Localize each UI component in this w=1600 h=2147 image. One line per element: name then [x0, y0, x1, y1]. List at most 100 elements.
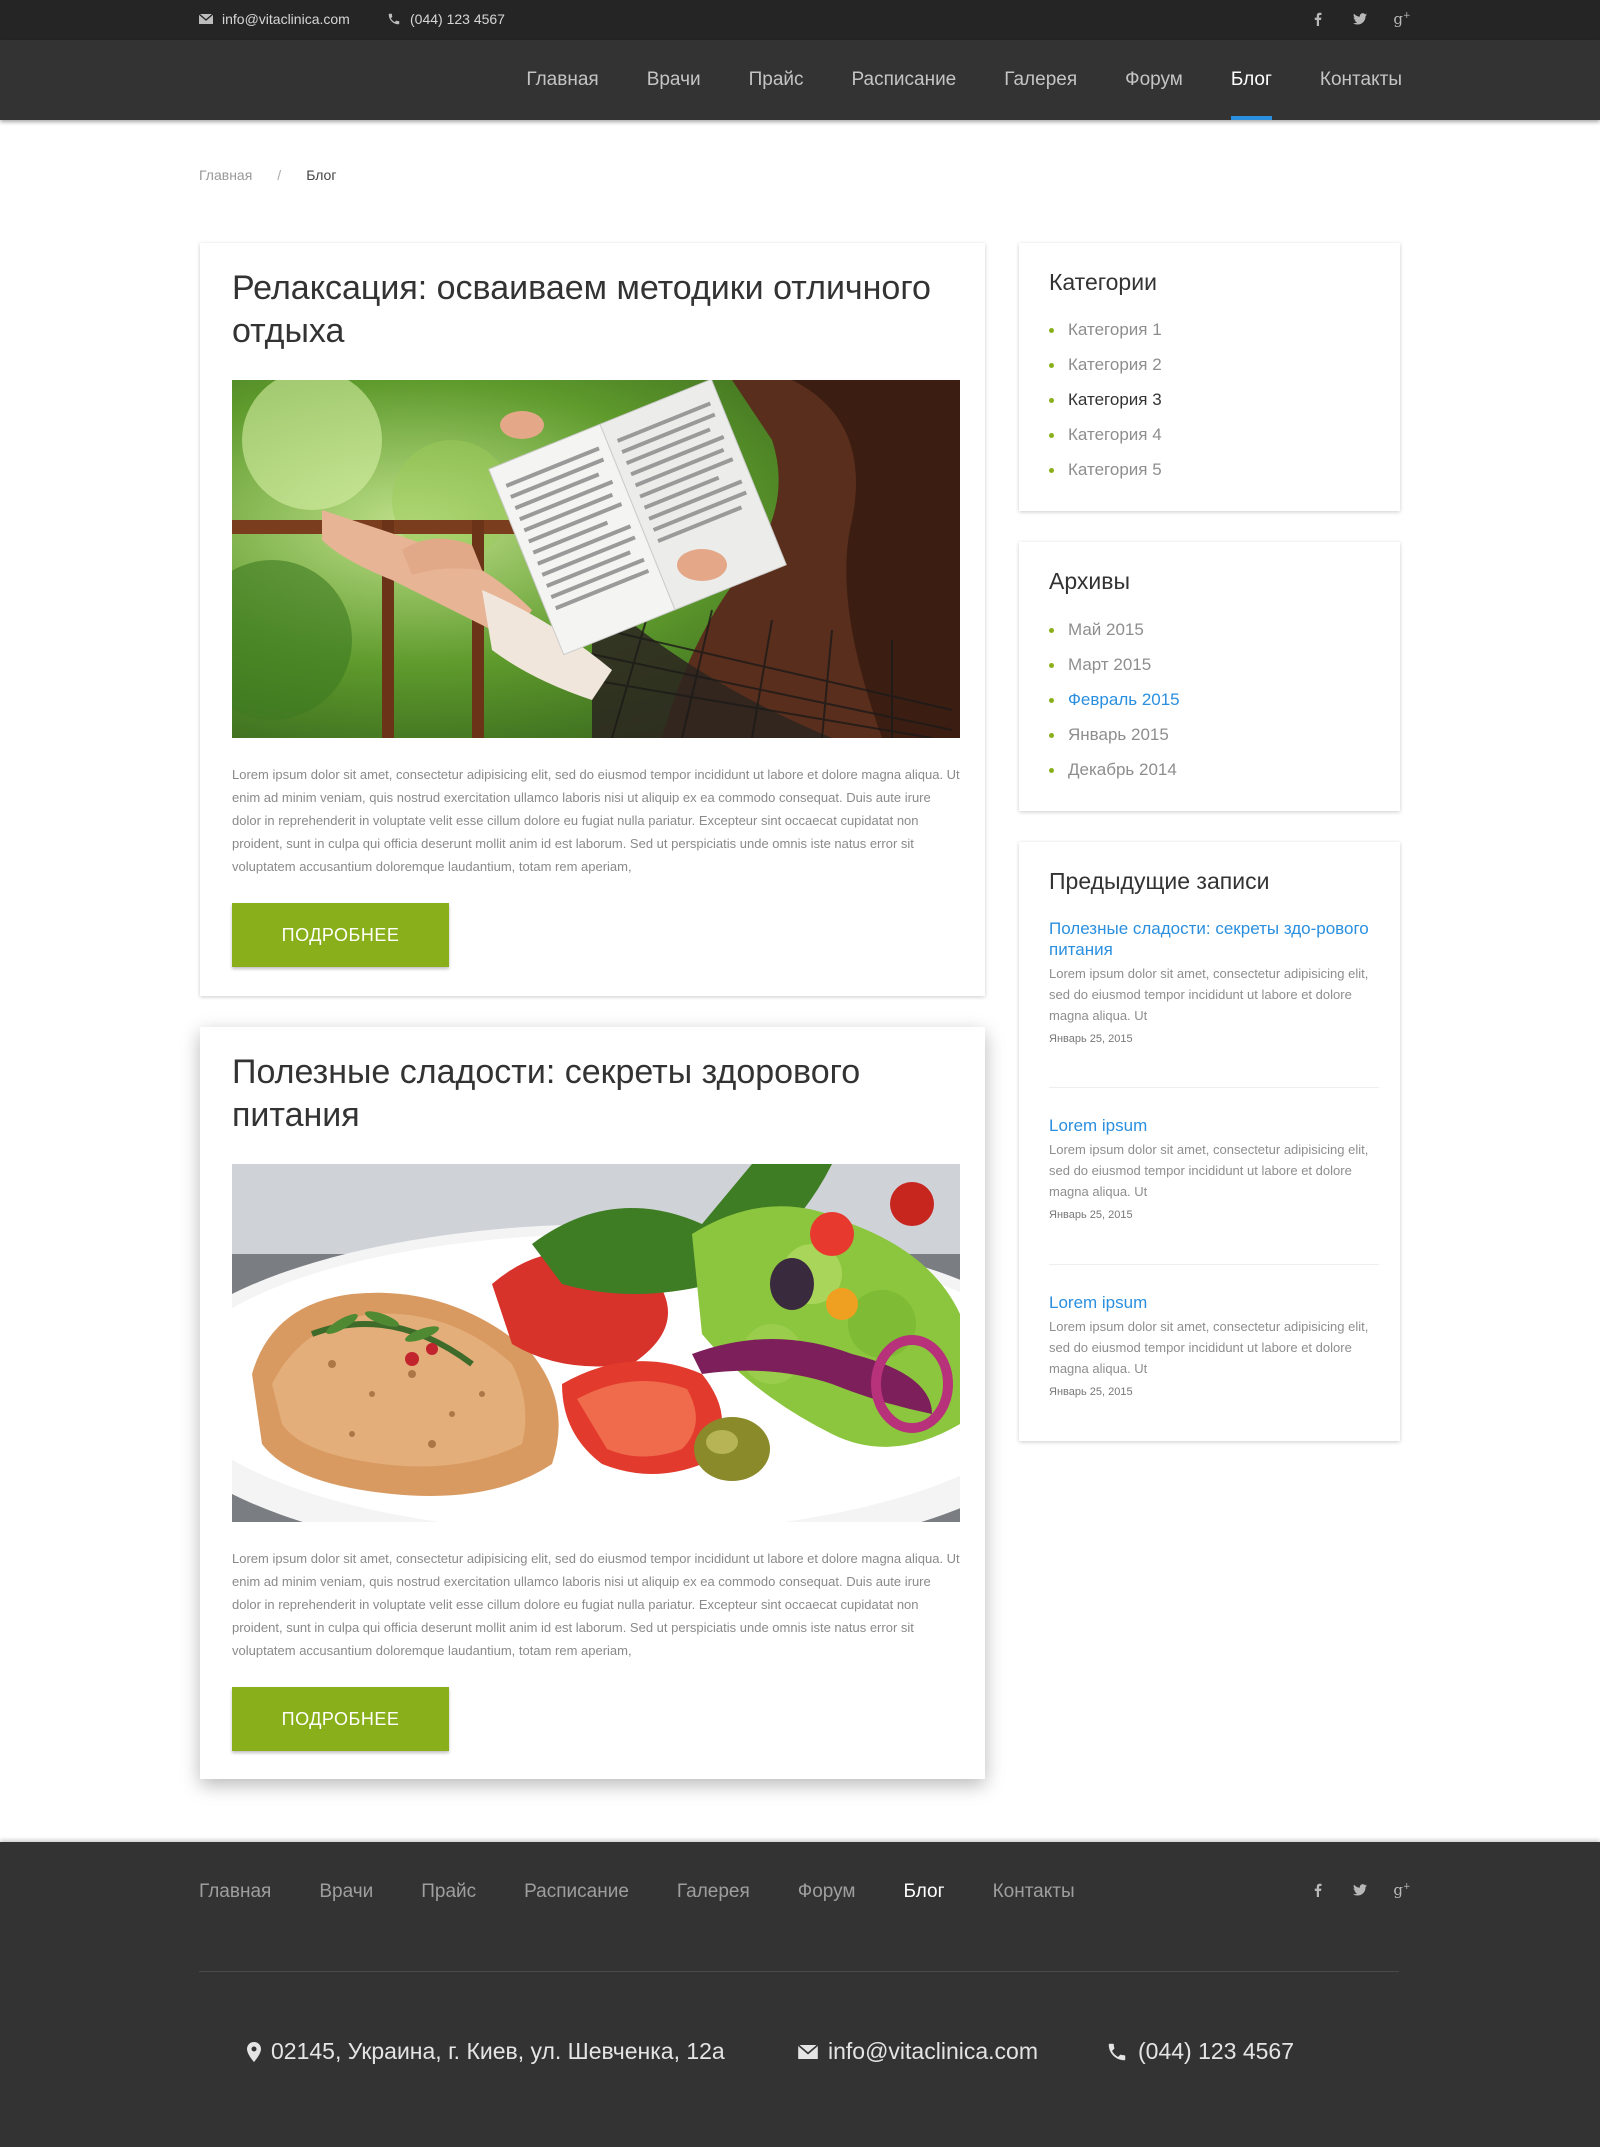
topbar-phone[interactable]: (044) 123 4567 — [387, 11, 505, 27]
topbar-social: g+ — [1286, 9, 1412, 29]
nav-item-forum[interactable]: Форум — [1125, 40, 1183, 120]
recent-post-link[interactable]: Lorem ipsum — [1049, 1115, 1387, 1136]
footer-email-text: info@vitaclinica.com — [828, 2038, 1038, 2064]
post-excerpt: Lorem ipsum dolor sit amet, consectetur … — [232, 767, 960, 874]
category-item[interactable]: Категория 1 — [1049, 318, 1162, 353]
category-label: Категория 3 — [1068, 390, 1162, 409]
blog-post-card: Релаксация: осваиваем методики отличного… — [200, 243, 985, 996]
recent-post-item: Lorem ipsum Lorem ipsum dolor sit amet, … — [1049, 1292, 1387, 1398]
widget-title: Категории — [1049, 269, 1157, 295]
footer-nav-contacts[interactable]: Контакты — [993, 1842, 1075, 1942]
read-more-button[interactable]: ПОДРОБНЕЕ — [232, 903, 449, 967]
blog-post-card: Полезные сладости: секреты здорового пит… — [200, 1027, 985, 1779]
post-image-chicken-salad[interactable] — [232, 1164, 960, 1522]
archive-label: Январь 2015 — [1068, 725, 1169, 744]
divider — [1049, 1264, 1379, 1265]
footer-address-text: 02145, Украина, г. Киев, ул. Шевченка, 1… — [271, 2038, 725, 2064]
archive-item[interactable]: Май 2015 — [1049, 618, 1180, 653]
divider — [1049, 1087, 1379, 1088]
footer-nav-doctors[interactable]: Врачи — [319, 1842, 373, 1942]
recent-post-link[interactable]: Полезные сладости: секреты здо-рового пи… — [1049, 918, 1387, 960]
footer-nav-blog[interactable]: Блог — [904, 1842, 945, 1942]
nav-item-doctors[interactable]: Врачи — [647, 40, 701, 120]
envelope-icon — [798, 2044, 818, 2059]
bullet-icon — [1049, 733, 1054, 738]
facebook-icon[interactable] — [1308, 1880, 1328, 1900]
archive-item[interactable]: Февраль 2015 — [1049, 688, 1180, 723]
footer-nav-home[interactable]: Главная — [199, 1842, 271, 1942]
recent-post-text: Lorem ipsum dolor sit amet, consectetur … — [1049, 1319, 1369, 1376]
twitter-icon[interactable] — [1350, 9, 1370, 29]
post-title[interactable]: Полезные сладости: секреты здорового пит… — [232, 1051, 932, 1137]
breadcrumb-separator: / — [277, 167, 282, 183]
bullet-icon — [1049, 663, 1054, 668]
nav-item-home[interactable]: Главная — [526, 40, 598, 120]
bullet-icon — [1049, 628, 1054, 633]
phone-icon — [388, 13, 400, 25]
read-more-button[interactable]: ПОДРОБНЕЕ — [232, 1687, 449, 1751]
categories-widget: Категории Категория 1 Категория 2 Катего… — [1019, 243, 1400, 511]
archive-label: Февраль 2015 — [1068, 690, 1180, 709]
breadcrumb-home[interactable]: Главная — [199, 167, 252, 183]
recent-post-text: Lorem ipsum dolor sit amet, consectetur … — [1049, 966, 1369, 1023]
bullet-icon — [1049, 468, 1054, 473]
widget-title: Предыдущие записи — [1049, 868, 1270, 894]
footer-nav-price[interactable]: Прайс — [421, 1842, 476, 1942]
bullet-icon — [1049, 768, 1054, 773]
main-navbar: Главная Врачи Прайс Расписание Галерея Ф… — [0, 40, 1600, 120]
nav-item-gallery[interactable]: Галерея — [1004, 40, 1077, 120]
footer-nav-forum[interactable]: Форум — [798, 1842, 856, 1942]
footer-phone-text: (044) 123 4567 — [1138, 2038, 1295, 2064]
category-item[interactable]: Категория 4 — [1049, 423, 1162, 458]
topbar-email-text: info@vitaclinica.com — [222, 11, 350, 27]
twitter-icon[interactable] — [1350, 1880, 1370, 1900]
envelope-icon — [199, 14, 213, 24]
footer-email[interactable]: info@vitaclinica.com — [798, 2038, 1038, 2065]
nav-item-price[interactable]: Прайс — [749, 40, 804, 120]
nav-item-contacts[interactable]: Контакты — [1320, 40, 1402, 120]
topbar-phone-text: (044) 123 4567 — [410, 11, 505, 27]
archive-label: Март 2015 — [1068, 655, 1152, 674]
post-title[interactable]: Релаксация: осваиваем методики отличного… — [232, 267, 932, 353]
main-nav: Главная Врачи Прайс Расписание Галерея Ф… — [478, 40, 1402, 120]
archives-widget: Архивы Май 2015 Март 2015 Февраль 2015 Я… — [1019, 542, 1400, 811]
widget-title: Архивы — [1049, 568, 1130, 594]
post-image-reading-hammock[interactable] — [232, 380, 960, 738]
archive-item[interactable]: Март 2015 — [1049, 653, 1180, 688]
post-excerpt: Lorem ipsum dolor sit amet, consectetur … — [232, 1551, 960, 1658]
category-label: Категория 1 — [1068, 320, 1162, 339]
top-bar: info@vitaclinica.com (044) 123 4567 g+ — [0, 0, 1600, 40]
recent-post-link[interactable]: Lorem ipsum — [1049, 1292, 1387, 1313]
bullet-icon — [1049, 698, 1054, 703]
nav-item-blog[interactable]: Блог — [1230, 40, 1272, 120]
archive-label: Май 2015 — [1068, 620, 1144, 639]
bullet-icon — [1049, 363, 1054, 368]
footer: Главная Врачи Прайс Расписание Галерея Ф… — [0, 1842, 1600, 2147]
google-plus-icon[interactable]: g+ — [1392, 9, 1412, 29]
footer-nav-schedule[interactable]: Расписание — [524, 1842, 629, 1942]
footer-phone[interactable]: (044) 123 4567 — [1106, 2038, 1294, 2065]
facebook-icon[interactable] — [1308, 9, 1328, 29]
topbar-email[interactable]: info@vitaclinica.com — [199, 11, 350, 27]
map-pin-icon — [247, 2041, 261, 2062]
archive-item[interactable]: Январь 2015 — [1049, 723, 1180, 758]
archive-list: Май 2015 Март 2015 Февраль 2015 Январь 2… — [1049, 618, 1180, 793]
footer-divider — [199, 1971, 1399, 1972]
phone-icon — [1108, 2043, 1126, 2060]
recent-post-date: Январь 25, 2015 — [1049, 1209, 1133, 1221]
category-item[interactable]: Категория 3 — [1049, 388, 1162, 423]
footer-nav-gallery[interactable]: Галерея — [677, 1842, 750, 1942]
google-plus-icon[interactable]: g+ — [1392, 1880, 1412, 1900]
breadcrumb-current: Блог — [306, 167, 337, 183]
nav-item-schedule[interactable]: Расписание — [852, 40, 957, 120]
category-item[interactable]: Категория 5 — [1049, 458, 1162, 493]
recent-posts-widget: Предыдущие записи Полезные сладости: сек… — [1019, 842, 1400, 1441]
archive-item[interactable]: Декабрь 2014 — [1049, 758, 1180, 793]
recent-post-date: Январь 25, 2015 — [1049, 1386, 1133, 1398]
recent-post-text: Lorem ipsum dolor sit amet, consectetur … — [1049, 1142, 1369, 1199]
breadcrumb: Главная / Блог — [199, 167, 336, 183]
recent-post-item: Lorem ipsum Lorem ipsum dolor sit amet, … — [1049, 1115, 1387, 1221]
recent-post-date: Январь 25, 2015 — [1049, 1033, 1133, 1045]
category-label: Категория 5 — [1068, 460, 1162, 479]
category-item[interactable]: Категория 2 — [1049, 353, 1162, 388]
